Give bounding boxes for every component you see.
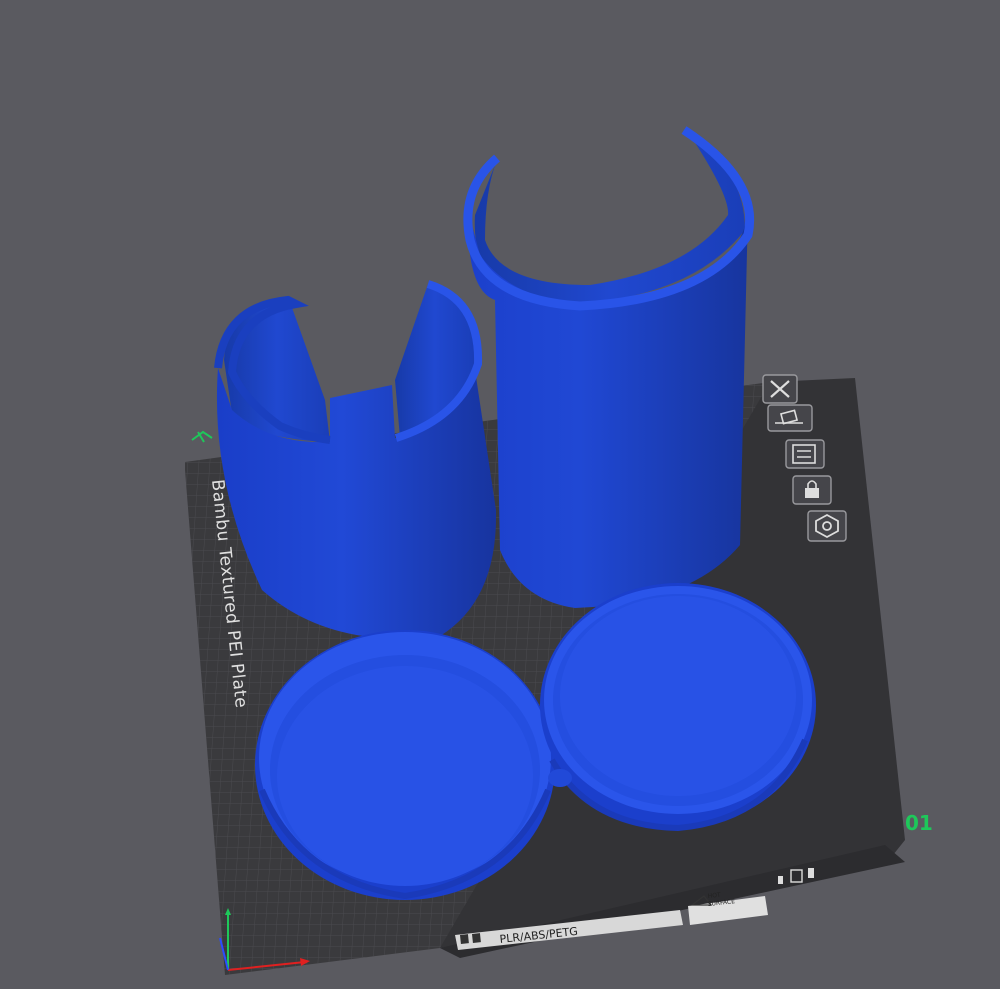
right-lid-model[interactable]	[540, 583, 816, 832]
plate-number[interactable]: 01	[905, 811, 933, 835]
close-icon[interactable]	[762, 374, 798, 404]
svg-text:HOT: HOT	[707, 892, 721, 900]
arrange-icon[interactable]	[785, 439, 825, 469]
auto-orient-icon[interactable]	[767, 404, 813, 432]
settings-gear-icon[interactable]	[807, 510, 847, 542]
left-lid-model[interactable]	[255, 630, 555, 900]
lock-icon[interactable]	[792, 475, 832, 505]
right-cylinder-model[interactable]	[463, 126, 755, 608]
3d-viewport[interactable]: PLR/ABS/PETG HOT SURFACE Bambu Textured …	[0, 0, 1000, 985]
plate-check-icon[interactable]	[191, 430, 213, 443]
